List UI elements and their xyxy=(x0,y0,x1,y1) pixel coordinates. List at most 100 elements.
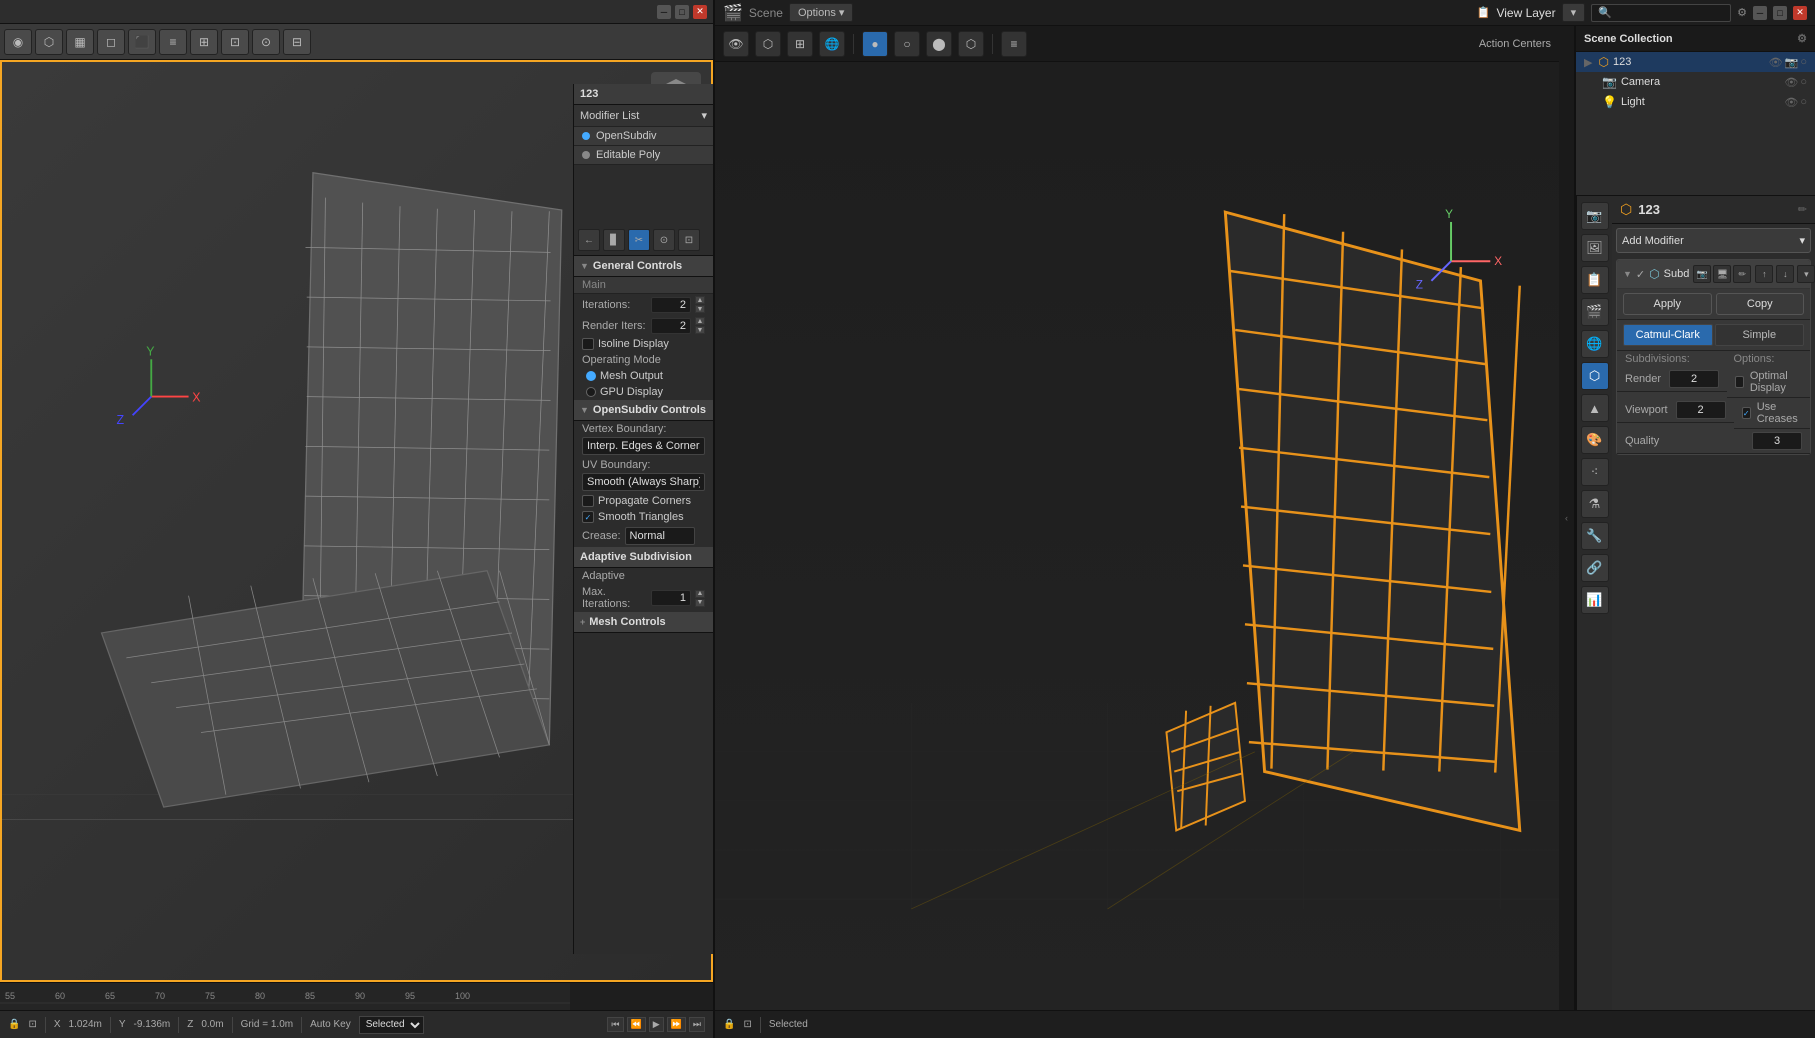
viewport-material-icon[interactable]: ○ xyxy=(894,31,920,57)
mod-mesh-icon[interactable]: ⊙ xyxy=(653,229,675,251)
render-iters-down[interactable]: ▼ xyxy=(695,326,705,334)
right-minimize-btn[interactable]: ─ xyxy=(1753,6,1767,20)
viewport-camera-icon[interactable]: 👁 xyxy=(723,31,749,57)
selected-dropdown[interactable]: Selected xyxy=(359,1016,424,1034)
toolbar-btn-3[interactable]: ◻ xyxy=(97,29,125,55)
toolbar-btn-4[interactable]: ⬛ xyxy=(128,29,156,55)
toolbar-btn-9[interactable]: ⊟ xyxy=(283,29,311,55)
opensubdiv-controls-header[interactable]: ▼ OpenSubdiv Controls xyxy=(574,400,713,421)
mod-expand-icon[interactable]: ▼ xyxy=(1623,269,1632,279)
mod-down-btn[interactable]: ↓ xyxy=(1776,265,1794,283)
viewport-overlay-icon[interactable]: 🌐 xyxy=(819,31,845,57)
render-iters-input[interactable] xyxy=(651,318,691,334)
simple-btn[interactable]: Simple xyxy=(1715,324,1805,346)
modifier-list-dropdown-icon[interactable]: ▾ xyxy=(701,109,707,122)
prop-physics-icon[interactable]: ⚗ xyxy=(1581,490,1609,518)
propagate-corners-checkbox[interactable] xyxy=(582,495,594,507)
collapse-sidebar-btn[interactable]: ‹ xyxy=(1559,26,1575,1010)
mod-edit-btn[interactable]: ✏ xyxy=(1733,265,1751,283)
general-controls-header[interactable]: ▼ General Controls xyxy=(574,256,713,277)
eye-icon-123[interactable]: 👁 xyxy=(1769,56,1783,69)
uv-boundary-select[interactable]: Smooth (Always Sharp) xyxy=(582,473,705,491)
eye-icon-camera[interactable]: 👁 xyxy=(1784,76,1798,89)
mod-active-icon[interactable]: ✂ xyxy=(628,229,650,251)
viewport-solid-icon[interactable]: ● xyxy=(862,31,888,57)
add-modifier-button[interactable]: Add Modifier ▾ xyxy=(1616,228,1811,253)
options-button[interactable]: Options ▾ xyxy=(789,3,854,22)
toolbar-btn-6[interactable]: ⊞ xyxy=(190,29,218,55)
prop-constraints-icon[interactable]: 🔗 xyxy=(1581,554,1609,582)
max-iterations-input[interactable] xyxy=(651,590,691,606)
render-iters-stepper[interactable]: ▲ ▼ xyxy=(695,317,705,334)
mod-display-icon[interactable]: ▊ xyxy=(603,229,625,251)
prop-world-icon[interactable]: 🌐 xyxy=(1581,330,1609,358)
prop-material-icon[interactable]: 🎨 xyxy=(1581,426,1609,454)
toolbar-btn-7[interactable]: ⊡ xyxy=(221,29,249,55)
viewport-nav-icon[interactable]: ⬡ xyxy=(755,31,781,57)
prop-particles-icon[interactable]: ⁖ xyxy=(1581,458,1609,486)
mod-realtime-btn[interactable]: 📷 xyxy=(1693,265,1711,283)
outliner-filter-icon[interactable]: ⚙ xyxy=(1797,32,1807,45)
hide-icon-123[interactable]: ○ xyxy=(1800,56,1807,69)
mesh-controls-header[interactable]: + Mesh Controls xyxy=(574,612,713,633)
apply-button[interactable]: Apply xyxy=(1623,293,1712,315)
modifier-item-editable-poly[interactable]: Editable Poly xyxy=(574,146,713,165)
iterations-down[interactable]: ▼ xyxy=(695,305,705,313)
close-button[interactable]: ✕ xyxy=(693,5,707,19)
toolbar-btn-1[interactable]: ⬡ xyxy=(35,29,63,55)
quality-value-input[interactable] xyxy=(1752,432,1802,450)
play-end-btn[interactable]: ⏭ xyxy=(689,1017,705,1032)
cam-icon-camera[interactable]: ○ xyxy=(1800,76,1807,89)
max-iterations-stepper[interactable]: ▲ ▼ xyxy=(695,590,705,607)
use-creases-checkbox[interactable] xyxy=(1742,407,1751,419)
viewport-rendered-icon[interactable]: ⬤ xyxy=(926,31,952,57)
search-input[interactable] xyxy=(1591,4,1731,22)
prop-data-icon[interactable]: 📊 xyxy=(1581,586,1609,614)
max-iterations-up[interactable]: ▲ xyxy=(695,590,705,598)
prev-frame-btn[interactable]: ⏪ xyxy=(627,1017,646,1032)
gpu-display-radio[interactable] xyxy=(586,387,596,397)
mod-render-btn[interactable]: 🖥 xyxy=(1713,265,1731,283)
prop-output-icon[interactable]: 🖼 xyxy=(1581,234,1609,262)
mod-check-icon[interactable]: ✓ xyxy=(1636,268,1645,281)
vertex-boundary-select[interactable]: Interp. Edges & Corners xyxy=(582,437,705,455)
mod-settings-icon[interactable]: ⊡ xyxy=(678,229,700,251)
optimal-display-checkbox[interactable] xyxy=(1735,376,1744,388)
iterations-stepper[interactable]: ▲ ▼ xyxy=(695,296,705,313)
toolbar-btn-5[interactable]: ≡ xyxy=(159,29,187,55)
next-frame-btn[interactable]: ⏩ xyxy=(667,1017,686,1032)
outliner-item-camera[interactable]: 📷 Camera 👁 ○ xyxy=(1576,72,1815,92)
viewport-value-input[interactable] xyxy=(1676,401,1726,419)
outliner-item-light[interactable]: 💡 Light 👁 ○ xyxy=(1576,92,1815,112)
prop-modifier-icon[interactable]: 🔧 xyxy=(1581,522,1609,550)
prop-object-icon[interactable]: ⬡ xyxy=(1581,362,1609,390)
catmull-clark-btn[interactable]: Catmul-Clark xyxy=(1623,324,1713,346)
prop-edit-icon[interactable]: ✏ xyxy=(1798,203,1807,216)
prop-mesh-icon[interactable]: ▲ xyxy=(1581,394,1609,422)
smooth-triangles-checkbox[interactable] xyxy=(582,511,594,523)
right-close-btn[interactable]: ✕ xyxy=(1793,6,1807,20)
action-centers-label[interactable]: Action Centers xyxy=(1479,38,1551,50)
play-start-btn[interactable]: ⏮ xyxy=(607,1017,623,1032)
iterations-input[interactable] xyxy=(651,297,691,313)
isoline-checkbox[interactable] xyxy=(582,338,594,350)
modifier-item-opensubdiv[interactable]: OpenSubdiv xyxy=(574,127,713,146)
toolbar-btn-0[interactable]: ◉ xyxy=(4,29,32,55)
outliner-item-123[interactable]: ▶ ⬡ 123 👁 📷 ○ xyxy=(1576,52,1815,72)
render-iters-up[interactable]: ▲ xyxy=(695,317,705,325)
prop-scene-icon[interactable]: 🎬 xyxy=(1581,298,1609,326)
cam-icon-light[interactable]: ○ xyxy=(1800,96,1807,109)
prop-render-icon[interactable]: 📷 xyxy=(1581,202,1609,230)
mod-up-btn[interactable]: ↑ xyxy=(1755,265,1773,283)
mod-menu-btn[interactable]: ▾ xyxy=(1797,265,1815,283)
right-maximize-btn[interactable]: □ xyxy=(1773,6,1787,20)
play-btn[interactable]: ▶ xyxy=(649,1017,664,1032)
viewport-grid-icon[interactable]: ⊞ xyxy=(787,31,813,57)
crease-select[interactable]: Normal xyxy=(625,527,695,545)
max-iterations-down[interactable]: ▼ xyxy=(695,599,705,607)
toolbar-btn-2[interactable]: ▦ xyxy=(66,29,94,55)
viewport-menu-icon[interactable]: ≡ xyxy=(1001,31,1027,57)
maximize-button[interactable]: □ xyxy=(675,5,689,19)
main-3d-viewport[interactable]: X Y Z xyxy=(715,62,1559,1010)
prop-view-layer-icon[interactable]: 📋 xyxy=(1581,266,1609,294)
